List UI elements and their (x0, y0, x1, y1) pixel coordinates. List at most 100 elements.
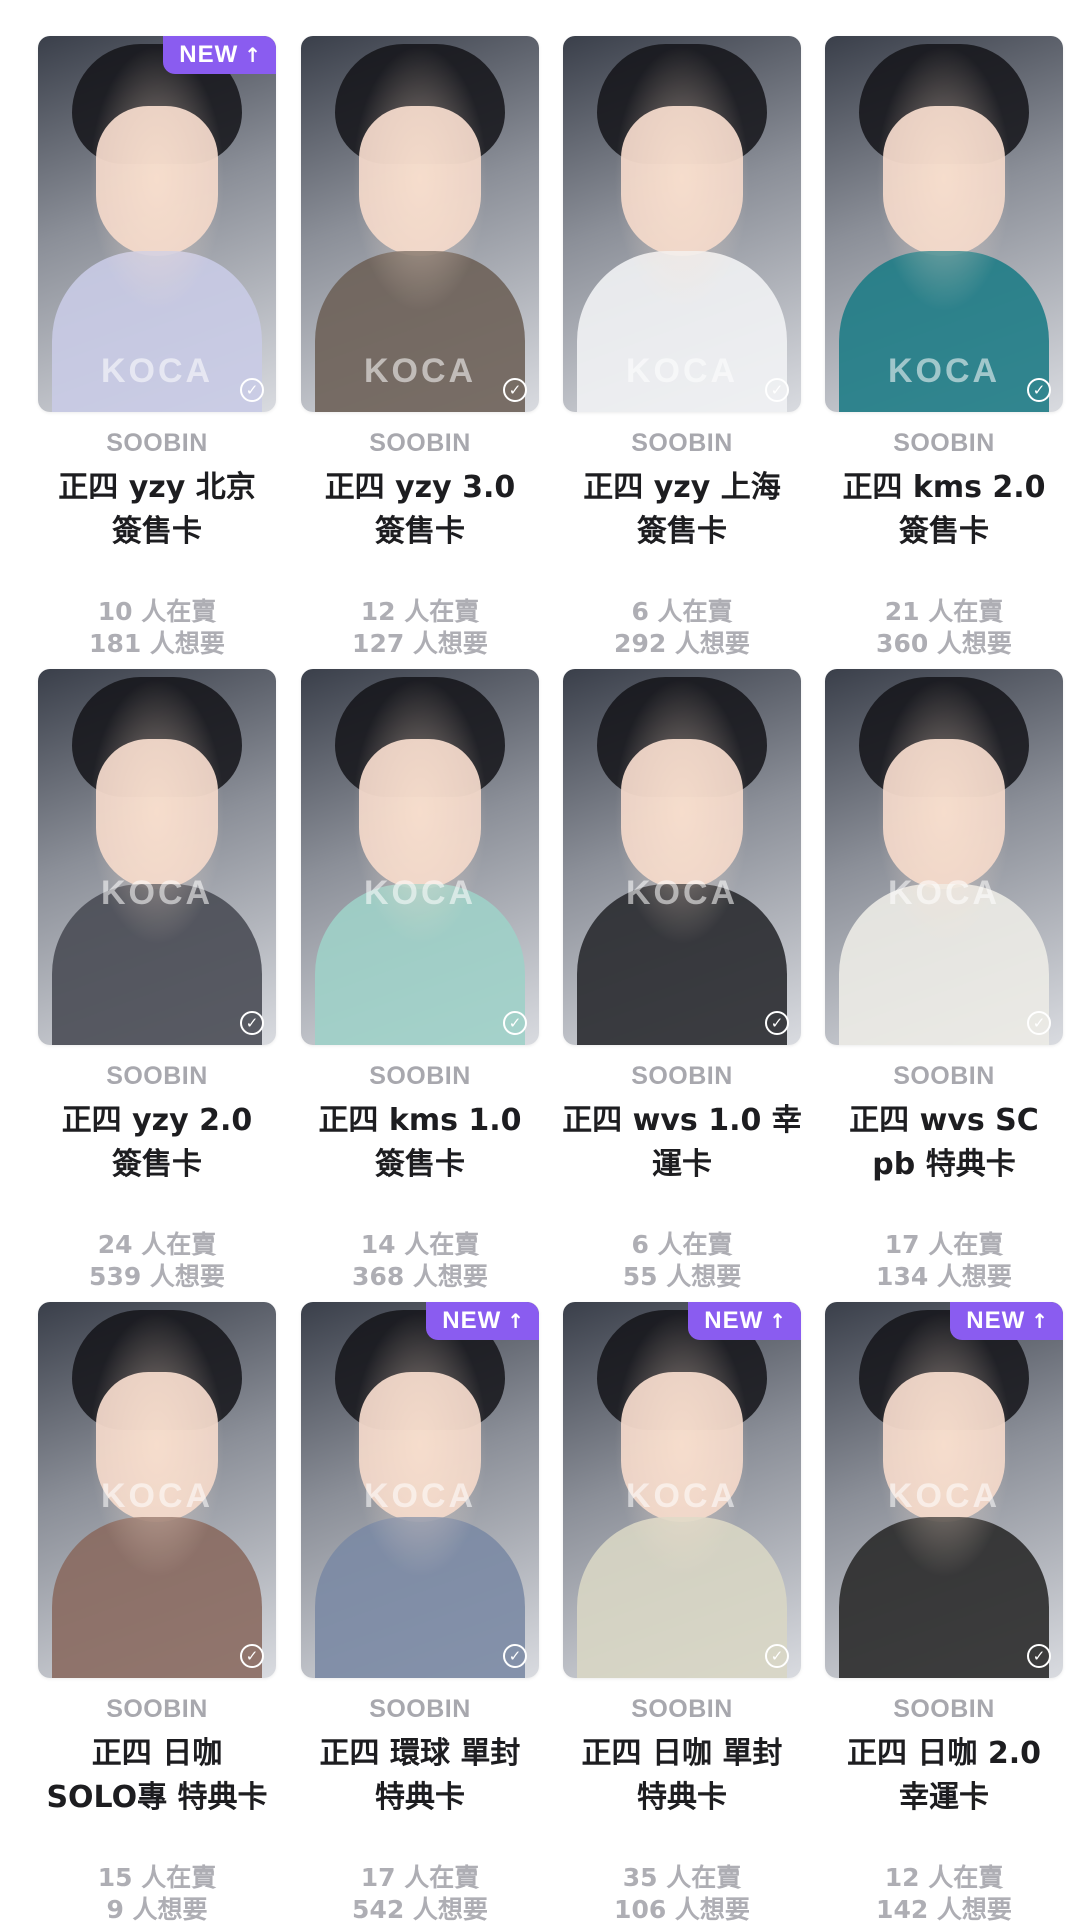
photocard-image[interactable]: KOCA ✓ (38, 669, 276, 1045)
selling-count: 21 人在賣 (884, 597, 1004, 626)
photocard-item[interactable]: KOCA ✓ NEW ↑ SOOBIN 正四 yzy 北京 簽售卡 10 人在賣 181 人想要 (38, 36, 300, 658)
photocard-item[interactable]: KOCA ✓ SOOBIN 正四 kms 1.0 簽售卡 14 人在賣 368 人想要 (301, 669, 563, 1291)
wanting-count: 9 人想要 (106, 1895, 208, 1924)
card-stats: 15 人在賣 9 人想要 (38, 1862, 276, 1926)
arrow-up-icon: ↑ (244, 43, 262, 67)
wanting-count: 142 人想要 (876, 1895, 1012, 1924)
light-overlay (38, 669, 276, 1045)
selling-count: 15 人在賣 (97, 1863, 217, 1892)
check-circle-icon[interactable]: ✓ (503, 1644, 527, 1668)
card-stats: 35 人在賣 106 人想要 (563, 1862, 801, 1926)
watermark-logo: KOCA (363, 874, 477, 912)
photocard-image[interactable]: KOCA ✓ (301, 36, 539, 412)
card-title[interactable]: 正四 日咖 2.0 幸運卡 (813, 1732, 1075, 1820)
watermark-logo: KOCA (887, 874, 1001, 912)
artist-name: SOOBIN (369, 1062, 471, 1090)
wanting-count: 360 人想要 (876, 629, 1012, 658)
card-stats: 17 人在賣 134 人想要 (825, 1229, 1063, 1293)
card-title-line2: SOLO專 特典卡 (46, 1780, 268, 1815)
photocard-item[interactable]: KOCA ✓ SOOBIN 正四 yzy 3.0 簽售卡 12 人在賣 127 人想要 (301, 36, 563, 658)
card-title-line1: 正四 wvs SC (849, 1103, 1039, 1138)
card-title-line2: 特典卡 (637, 1780, 727, 1815)
card-title-line2: 簽售卡 (899, 514, 989, 549)
card-title[interactable]: 正四 wvs 1.0 幸運卡 (551, 1099, 813, 1187)
artist-name: SOOBIN (369, 1695, 471, 1723)
check-circle-icon[interactable]: ✓ (765, 378, 789, 402)
photocard-image[interactable]: KOCA ✓ (38, 1302, 276, 1678)
check-circle-icon[interactable]: ✓ (240, 1011, 264, 1035)
card-title-line1: 正四 kms 1.0 (318, 1103, 522, 1138)
check-circle-icon[interactable]: ✓ (765, 1644, 789, 1668)
photocard-item[interactable]: KOCA ✓ SOOBIN 正四 kms 2.0 簽售卡 21 人在賣 360 人想要 (825, 36, 1080, 658)
selling-count: 14 人在賣 (360, 1230, 480, 1259)
arrow-up-icon: ↑ (769, 1309, 787, 1333)
wanting-count: 539 人想要 (89, 1262, 225, 1291)
photocard-image[interactable]: KOCA ✓ (825, 36, 1063, 412)
artist-name: SOOBIN (631, 429, 733, 457)
watermark-logo: KOCA (363, 1477, 477, 1515)
photocard-item[interactable]: KOCA ✓ NEW ↑ SOOBIN 正四 日咖 2.0 幸運卡 12 人在賣 142 人想要 (825, 1302, 1080, 1924)
photocard-item[interactable]: KOCA ✓ NEW ↑ SOOBIN 正四 日咖 單封 特典卡 35 人在賣 106 人想要 (563, 1302, 825, 1924)
watermark-logo: KOCA (100, 874, 214, 912)
photocard-image[interactable]: KOCA ✓ NEW ↑ (825, 1302, 1063, 1678)
photocard-image[interactable]: KOCA ✓ (563, 669, 801, 1045)
card-title[interactable]: 正四 yzy 2.0 簽售卡 (26, 1099, 288, 1187)
check-circle-icon[interactable]: ✓ (503, 1011, 527, 1035)
photocard-item[interactable]: KOCA ✓ SOOBIN 正四 wvs 1.0 幸運卡 6 人在賣 55 人想要 (562, 669, 825, 1291)
check-circle-icon[interactable]: ✓ (503, 378, 527, 402)
wanting-count: 106 人想要 (614, 1895, 750, 1924)
photocard-image[interactable]: KOCA ✓ (301, 669, 539, 1045)
card-title-line2: pb 特典卡 (872, 1147, 1016, 1182)
card-title-line2: 簽售卡 (375, 514, 465, 549)
selling-count: 6 人在賣 (631, 1230, 733, 1259)
selling-count: 6 人在賣 (631, 597, 733, 626)
photocard-item[interactable]: KOCA ✓ NEW ↑ SOOBIN 正四 環球 單封 特典卡 17 人在賣 542 人想要 (301, 1302, 563, 1924)
card-title[interactable]: 正四 yzy 北京 簽售卡 (26, 466, 288, 554)
card-title[interactable]: 正四 yzy 3.0 簽售卡 (289, 466, 551, 554)
card-title[interactable]: 正四 kms 1.0 簽售卡 (289, 1099, 551, 1187)
card-title-line1: 正四 日咖 (91, 1736, 223, 1771)
badge-label: NEW (966, 1307, 1026, 1334)
card-title[interactable]: 正四 yzy 上海 簽售卡 (551, 466, 813, 554)
check-circle-icon[interactable]: ✓ (1027, 378, 1051, 402)
light-overlay (563, 669, 801, 1045)
selling-count: 24 人在賣 (97, 1230, 217, 1259)
badge-label: NEW (179, 41, 239, 68)
wanting-count: 134 人想要 (876, 1262, 1012, 1291)
wanting-count: 55 人想要 (622, 1262, 742, 1291)
new-badge: NEW ↑ (163, 36, 276, 74)
card-title-line2: 運卡 (652, 1147, 712, 1182)
card-title-line2: 幸運卡 (899, 1780, 989, 1815)
card-title[interactable]: 正四 環球 單封 特典卡 (289, 1732, 551, 1820)
check-circle-icon[interactable]: ✓ (240, 378, 264, 402)
photocard-image[interactable]: KOCA ✓ NEW ↑ (38, 36, 276, 412)
wanting-count: 127 人想要 (352, 629, 488, 658)
photocard-item[interactable]: KOCA ✓ SOOBIN 正四 日咖 SOLO專 特典卡 15 人在賣 9 人想要 (38, 1302, 300, 1924)
photocard-image[interactable]: KOCA ✓ NEW ↑ (301, 1302, 539, 1678)
check-circle-icon[interactable]: ✓ (1027, 1011, 1051, 1035)
card-title-line1: 正四 環球 單封 (319, 1736, 521, 1771)
check-circle-icon[interactable]: ✓ (1027, 1644, 1051, 1668)
photocard-item[interactable]: KOCA ✓ SOOBIN 正四 yzy 上海 簽售卡 6 人在賣 292 人想要 (563, 36, 825, 658)
wanting-count: 181 人想要 (89, 629, 225, 658)
badge-label: NEW (704, 1307, 764, 1334)
card-title[interactable]: 正四 日咖 單封 特典卡 (551, 1732, 813, 1820)
card-title-line1: 正四 wvs 1.0 幸 (562, 1103, 802, 1138)
check-circle-icon[interactable]: ✓ (765, 1011, 789, 1035)
new-badge: NEW ↑ (688, 1302, 801, 1340)
light-overlay (301, 669, 539, 1045)
photocard-item[interactable]: KOCA ✓ SOOBIN 正四 wvs SC pb 特典卡 17 人在賣 134 人想要 (825, 669, 1080, 1291)
photocard-image[interactable]: KOCA ✓ NEW ↑ (563, 1302, 801, 1678)
card-title[interactable]: 正四 日咖 SOLO專 特典卡 (26, 1732, 288, 1820)
check-circle-icon[interactable]: ✓ (240, 1644, 264, 1668)
photocard-image[interactable]: KOCA ✓ (825, 669, 1063, 1045)
new-badge: NEW ↑ (426, 1302, 539, 1340)
card-title-line1: 正四 yzy 上海 (583, 470, 781, 505)
watermark-logo: KOCA (100, 1477, 214, 1515)
card-title[interactable]: 正四 kms 2.0 簽售卡 (813, 466, 1075, 554)
card-title-line1: 正四 kms 2.0 (842, 470, 1046, 505)
card-title[interactable]: 正四 wvs SC pb 特典卡 (813, 1099, 1075, 1187)
watermark-logo: KOCA (625, 874, 739, 912)
photocard-item[interactable]: KOCA ✓ SOOBIN 正四 yzy 2.0 簽售卡 24 人在賣 539 人想要 (38, 669, 300, 1291)
photocard-image[interactable]: KOCA ✓ (563, 36, 801, 412)
